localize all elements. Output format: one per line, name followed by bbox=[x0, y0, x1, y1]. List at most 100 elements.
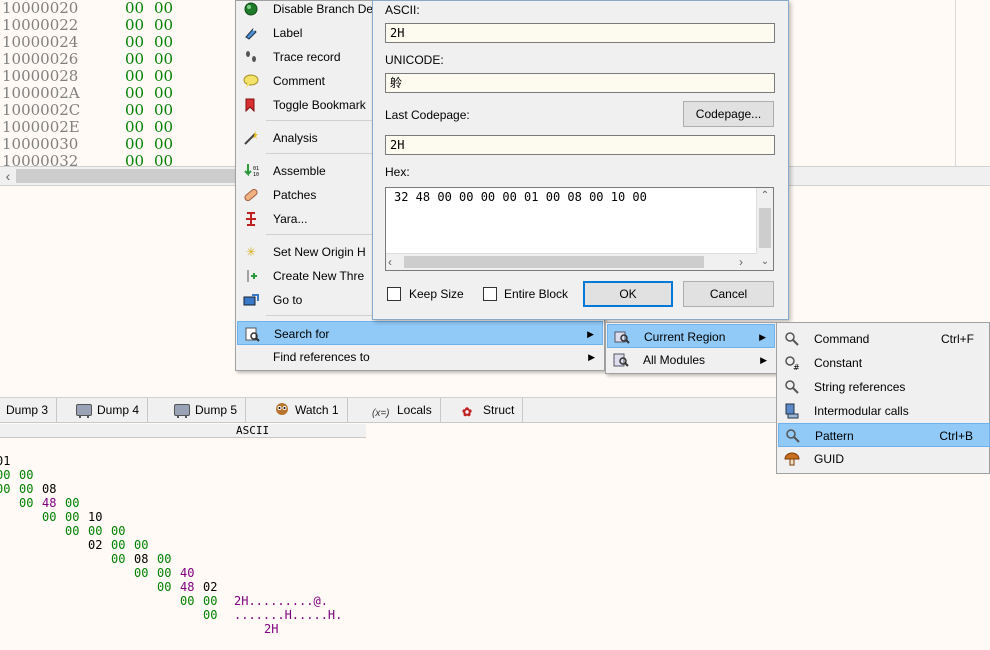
tab-struct[interactable]: ✿ Struct bbox=[456, 398, 524, 423]
hex-byte: 00 bbox=[157, 566, 172, 580]
ok-button[interactable]: OK bbox=[583, 281, 673, 307]
hex-row[interactable]: 00 00 00 00 02 00 00 00 00 00 2H bbox=[0, 468, 278, 636]
submenu-item-intermodular-calls[interactable]: Intermodular calls bbox=[778, 399, 990, 423]
submenu-item-guid[interactable]: GUID bbox=[778, 447, 990, 471]
hex-byte: 10 bbox=[88, 510, 103, 524]
scroll-down-icon[interactable]: ⌄ bbox=[757, 254, 773, 270]
submenu-item-current-region[interactable]: Current Region ▶ bbox=[607, 324, 775, 348]
disasm-right-pane bbox=[785, 0, 990, 166]
scrollbar-thumb[interactable] bbox=[16, 169, 236, 183]
menu-item-label: Assemble bbox=[273, 164, 326, 178]
hex-ascii: 2H.........@. bbox=[234, 594, 328, 608]
hex-textarea[interactable]: 32 48 00 00 00 00 01 00 08 00 10 00 ⌃ ⌄ … bbox=[385, 187, 774, 271]
menu-shortcut: Ctrl+B bbox=[939, 429, 973, 443]
unicode-field[interactable]: 䠲 bbox=[385, 73, 775, 93]
ascii-field[interactable]: 2H bbox=[385, 23, 775, 43]
disasm-address: 10000020 bbox=[2, 0, 79, 17]
submenu-item-all-modules[interactable]: All Modules ▶ bbox=[607, 348, 775, 372]
disasm-address: 10000022 bbox=[2, 16, 79, 34]
keep-size-label: Keep Size bbox=[409, 287, 464, 301]
disasm-byte: 00 bbox=[154, 67, 174, 85]
menu-item-label: Analysis bbox=[273, 131, 318, 145]
scroll-up-icon[interactable]: ⌃ bbox=[757, 188, 773, 204]
hex-row[interactable]: 01 00 08 00 10 00 00 00 40 02 2H........… bbox=[0, 440, 328, 608]
disasm-byte: 00 bbox=[154, 50, 174, 68]
unicode-label: UNICODE: bbox=[385, 53, 444, 67]
hex-byte: 00 bbox=[180, 594, 195, 608]
submenu-item-string-references[interactable]: String references bbox=[778, 375, 990, 399]
codepage-field[interactable]: 2H bbox=[385, 135, 775, 155]
tab-locals[interactable]: (x=) Locals bbox=[366, 398, 441, 423]
disasm-byte: 00 bbox=[125, 0, 145, 17]
menu-item-label: Create New Thre bbox=[273, 269, 365, 283]
dump-icon bbox=[76, 404, 92, 418]
entire-block-checkbox[interactable] bbox=[483, 287, 497, 301]
scroll-left-icon[interactable]: ‹ bbox=[388, 254, 402, 270]
hex-byte: 00 bbox=[19, 496, 34, 510]
menu-item-label: Trace record bbox=[273, 50, 341, 64]
svg-text:10: 10 bbox=[253, 172, 259, 178]
submenu-item-command[interactable]: Command Ctrl+F bbox=[778, 327, 990, 351]
scroll-right-icon[interactable]: › bbox=[739, 254, 753, 270]
tab-label: Struct bbox=[483, 403, 515, 417]
disasm-address: 10000026 bbox=[2, 50, 79, 68]
scroll-left-icon[interactable]: ‹ bbox=[0, 167, 16, 185]
tab-watch-1[interactable]: Watch 1 bbox=[268, 398, 348, 423]
hex-byte: 00 bbox=[0, 482, 11, 496]
mushroom-icon bbox=[784, 451, 800, 467]
watch-owl-icon bbox=[274, 400, 290, 415]
menu-item-label: GUID bbox=[814, 452, 844, 466]
submenu-item-constant[interactable]: # Constant bbox=[778, 351, 990, 375]
tab-dump-5[interactable]: Dump 5 bbox=[168, 398, 247, 423]
disasm-byte: 00 bbox=[154, 101, 174, 119]
cancel-button[interactable]: Cancel bbox=[683, 281, 774, 307]
codepage-label: Last Codepage: bbox=[385, 108, 470, 122]
goto-icon bbox=[243, 292, 259, 308]
hex-dump-header: ASCII bbox=[0, 424, 366, 438]
menu-item-label: Search for bbox=[274, 327, 330, 341]
disasm-byte: 00 bbox=[154, 118, 174, 136]
disasm-byte: 00 bbox=[125, 135, 145, 153]
horizontal-scrollbar[interactable]: ‹ › bbox=[386, 253, 757, 270]
keep-size-checkbox[interactable] bbox=[387, 287, 401, 301]
tab-dump-4[interactable]: Dump 4 bbox=[70, 398, 149, 423]
svg-text:#: # bbox=[793, 363, 800, 371]
hex-byte: 08 bbox=[134, 552, 149, 566]
tab-label: Dump 4 bbox=[97, 403, 140, 417]
menu-item-label: Disable Branch De bbox=[273, 2, 374, 16]
disasm-byte: 00 bbox=[154, 0, 174, 17]
hex-byte: 00 bbox=[42, 510, 57, 524]
hex-byte: 00 bbox=[157, 580, 172, 594]
search-pattern-icon bbox=[785, 428, 801, 444]
scrollbar-thumb[interactable] bbox=[759, 208, 771, 248]
submenu-item-pattern[interactable]: Pattern Ctrl+B bbox=[778, 423, 990, 447]
hex-byte: 48 bbox=[180, 580, 195, 594]
magic-wand-icon bbox=[243, 130, 259, 146]
menu-item-search-for[interactable]: Search for ▶ bbox=[237, 321, 603, 345]
hex-ascii: .......H.....H. bbox=[234, 608, 343, 622]
dump-icon bbox=[174, 404, 190, 418]
search-command-icon bbox=[784, 331, 800, 347]
label-icon bbox=[243, 25, 259, 41]
codepage-button[interactable]: Codepage... bbox=[683, 101, 774, 127]
scrollbar-thumb[interactable] bbox=[404, 256, 704, 268]
vertical-scrollbar[interactable]: ⌃ ⌄ bbox=[756, 188, 773, 270]
search-submenu: Current Region ▶ All Modules ▶ bbox=[605, 322, 777, 374]
hex-ascii: 2H bbox=[264, 622, 279, 636]
disasm-byte: 00 bbox=[125, 152, 145, 167]
tab-dump-3[interactable]: Dump 3 bbox=[0, 398, 58, 423]
ascii-label: ASCII: bbox=[385, 3, 420, 17]
disassembly-pane[interactable]: 10000020 00 00 10000022 00 00 10000024 00 00 1… bbox=[0, 0, 240, 166]
menu-item-label: Yara... bbox=[273, 212, 308, 226]
tab-label: Dump 3 bbox=[6, 403, 49, 417]
menu-item-label: Toggle Bookmark bbox=[273, 98, 366, 112]
tab-label: Dump 5 bbox=[195, 403, 238, 417]
disasm-address: 1000002E bbox=[2, 118, 80, 136]
search-region-icon bbox=[614, 329, 630, 345]
menu-item-label: Constant bbox=[814, 356, 863, 370]
submenu-arrow-icon: ▶ bbox=[588, 352, 595, 362]
menu-item-find-references[interactable]: Find references to ▶ bbox=[237, 345, 603, 369]
hex-row[interactable]: 00 00 48 00 00 00 08 00 48 00 .......H..… bbox=[0, 454, 342, 622]
yara-icon bbox=[243, 211, 259, 227]
struct-chain-icon: ✿ bbox=[462, 405, 473, 419]
